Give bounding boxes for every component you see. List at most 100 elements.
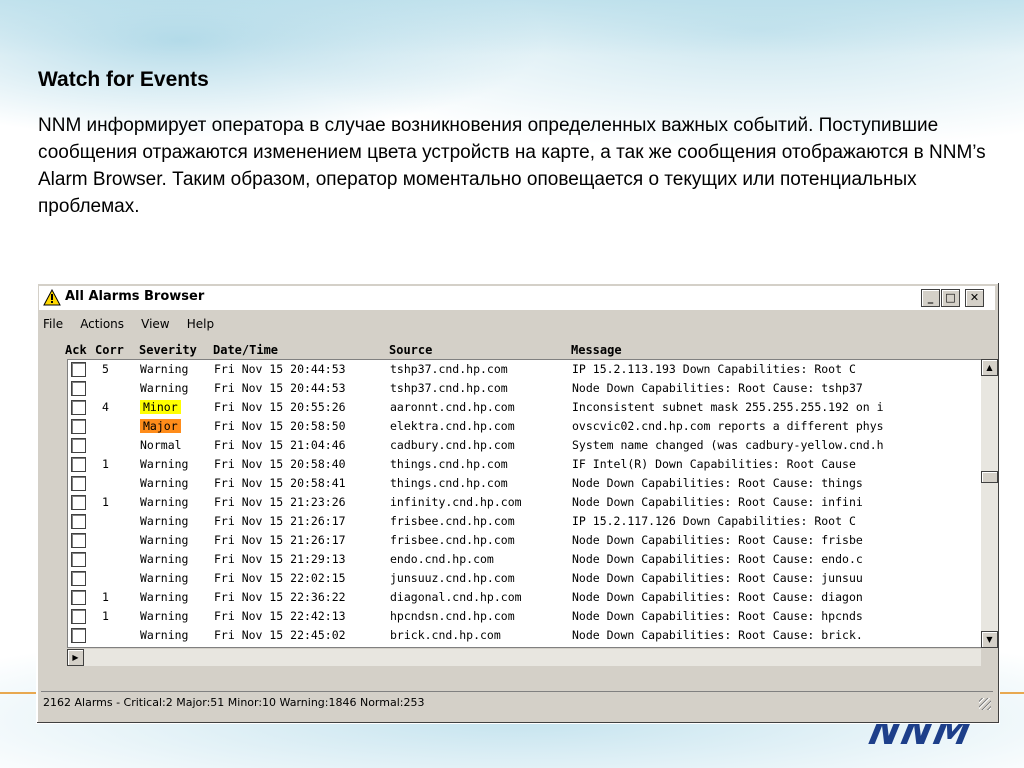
ack-checkbox[interactable]	[71, 476, 86, 491]
source-cell: infinity.cnd.hp.com	[390, 495, 522, 509]
datetime-cell: Fri Nov 15 20:55:26	[214, 400, 346, 414]
ack-checkbox[interactable]	[71, 552, 86, 567]
column-header-source[interactable]: Source	[389, 343, 432, 357]
ack-checkbox[interactable]	[71, 400, 86, 415]
source-cell: things.cnd.hp.com	[390, 476, 508, 490]
message-cell: Node Down Capabilities: Root Cause: diag…	[572, 590, 863, 604]
ack-checkbox[interactable]	[71, 609, 86, 624]
ack-checkbox[interactable]	[71, 438, 86, 453]
message-cell: ovscvic02.cnd.hp.com reports a different…	[572, 419, 884, 433]
menu-help[interactable]: Help	[187, 317, 214, 331]
message-cell: Node Down Capabilities: Root Cause: hpcn…	[572, 609, 863, 623]
datetime-cell: Fri Nov 15 20:58:41	[214, 476, 346, 490]
alarm-summary-status: 2162 Alarms - Critical:2 Major:51 Minor:…	[43, 696, 425, 709]
severity-cell: Major	[140, 419, 181, 433]
ack-checkbox[interactable]	[71, 362, 86, 377]
corr-cell: 1	[102, 590, 109, 604]
message-cell: IF Intel(R) Down Capabilities: Root Caus…	[572, 457, 856, 471]
message-cell: Node Down Capabilities: Root Cause: thin…	[572, 476, 863, 490]
ack-checkbox[interactable]	[71, 514, 86, 529]
table-row[interactable]: Major Fri Nov 15 20:58:50 elektra.cnd.hp.c…	[68, 417, 982, 436]
severity-cell: Warning	[140, 476, 189, 490]
vertical-scroll-thumb[interactable]	[981, 471, 998, 483]
ack-checkbox[interactable]	[71, 457, 86, 472]
slide-header-band	[0, 0, 1024, 55]
column-header-corr[interactable]: Corr	[95, 343, 124, 357]
column-header-severity[interactable]: Severity	[139, 343, 197, 357]
datetime-cell: Fri Nov 15 21:23:26	[214, 495, 346, 509]
datetime-cell: Fri Nov 15 21:26:17	[214, 533, 346, 547]
maximize-button[interactable]: □	[941, 289, 960, 307]
source-cell: things.cnd.hp.com	[390, 457, 508, 471]
datetime-cell: Fri Nov 15 22:36:22	[214, 590, 346, 604]
message-cell: IP 15.2.117.126 Down Capabilities: Root …	[572, 514, 856, 528]
window-titlebar[interactable]: All Alarms Browser _ □ ✕	[39, 286, 995, 310]
menu-actions[interactable]: Actions	[80, 317, 124, 331]
table-row[interactable]: 1 Warning Fri Nov 15 20:58:40 things.cnd.hp…	[68, 455, 982, 474]
ack-checkbox[interactable]	[71, 628, 86, 643]
table-row[interactable]: 1 Warning Fri Nov 15 22:42:13 hpcndsn.cnd.h…	[68, 607, 982, 626]
source-cell: junsuuz.cnd.hp.com	[390, 571, 515, 585]
message-cell: Node Down Capabilities: Root Cause: bric…	[572, 628, 863, 642]
message-cell: Inconsistent subnet mask 255.255.255.192…	[572, 400, 884, 414]
severity-cell: Warning	[140, 590, 189, 604]
source-cell: aaronnt.cnd.hp.com	[390, 400, 515, 414]
corr-cell: 1	[102, 609, 109, 623]
datetime-cell: Fri Nov 15 21:26:17	[214, 514, 346, 528]
datetime-cell: Fri Nov 15 20:58:40	[214, 457, 346, 471]
window-title: All Alarms Browser	[65, 289, 205, 304]
table-row[interactable]: Warning Fri Nov 15 21:29:13 endo.cnd.hp.co…	[68, 550, 982, 569]
resize-grip-icon[interactable]	[979, 698, 991, 710]
close-button[interactable]: ✕	[965, 289, 984, 307]
column-header-datetime[interactable]: Date/Time	[213, 343, 278, 357]
table-row[interactable]: Warning Fri Nov 15 21:26:17 frisbee.cnd.hp…	[68, 531, 982, 550]
column-header-ack[interactable]: Ack	[65, 343, 87, 357]
ack-checkbox[interactable]	[71, 495, 86, 510]
alarms-browser-window: All Alarms Browser _ □ ✕ File Actions Vi…	[36, 282, 1000, 724]
vertical-scrollbar[interactable]: ▲ ▼	[981, 359, 998, 648]
severity-cell: Warning	[140, 362, 189, 376]
scroll-down-arrow-icon[interactable]: ▼	[981, 631, 998, 648]
ack-checkbox[interactable]	[71, 419, 86, 434]
status-bar: 2162 Alarms - Critical:2 Major:51 Minor:…	[41, 691, 993, 712]
ack-checkbox[interactable]	[71, 590, 86, 605]
ack-checkbox[interactable]	[71, 571, 86, 586]
table-row[interactable]: Warning Fri Nov 15 22:45:02 brick.cnd.hp.c…	[68, 626, 982, 645]
severity-cell: Warning	[140, 495, 189, 509]
menu-view[interactable]: View	[141, 317, 169, 331]
slide-body-text: NNM информирует оператора в случае возни…	[38, 115, 986, 217]
source-cell: hpcndsn.cnd.hp.com	[390, 609, 515, 623]
table-row[interactable]: 5 Warning Fri Nov 15 20:44:53 tshp37.cnd.hp…	[68, 360, 982, 379]
table-row[interactable]: Warning Fri Nov 15 20:44:53 tshp37.cnd.hp.…	[68, 379, 982, 398]
severity-cell: Warning	[140, 571, 189, 585]
source-cell: endo.cnd.hp.com	[390, 552, 494, 566]
scroll-up-arrow-icon[interactable]: ▲	[981, 359, 998, 376]
source-cell: tshp37.cnd.hp.com	[390, 362, 508, 376]
severity-cell: Minor	[140, 400, 181, 414]
scroll-right-arrow-icon[interactable]: ▶	[67, 649, 84, 666]
severity-cell: Warning	[140, 628, 189, 642]
list-header: Ack Corr Severity Date/Time Source Messa…	[65, 341, 1003, 359]
minimize-button[interactable]: _	[921, 289, 940, 307]
menu-file[interactable]: File	[43, 317, 63, 331]
table-row[interactable]: 1 Warning Fri Nov 15 21:23:26 infinity.cnd.…	[68, 493, 982, 512]
message-cell: Node Down Capabilities: Root Cause: juns…	[572, 571, 863, 585]
source-cell: brick.cnd.hp.com	[390, 628, 501, 642]
table-row[interactable]: Warning Fri Nov 15 20:58:41 things.cnd.hp.…	[68, 474, 982, 493]
table-row[interactable]: Warning Fri Nov 15 22:02:15 junsuuz.cnd.hp…	[68, 569, 982, 588]
table-row[interactable]: Warning Fri Nov 15 21:26:17 frisbee.cnd.hp…	[68, 512, 982, 531]
horizontal-scrollbar[interactable]: ◀ ▶	[67, 649, 981, 666]
alarm-list: Ack Corr Severity Date/Time Source Messa…	[65, 341, 1003, 675]
datetime-cell: Fri Nov 15 22:42:13	[214, 609, 346, 623]
ack-checkbox[interactable]	[71, 533, 86, 548]
message-cell: Node Down Capabilities: Root Cause: infi…	[572, 495, 863, 509]
severity-cell: Warning	[140, 381, 189, 395]
message-cell: System name changed (was cadbury-yellow.…	[572, 438, 884, 452]
table-row[interactable]: 4 Minor Fri Nov 15 20:55:26 aaronnt.cnd.hp.…	[68, 398, 982, 417]
column-header-message[interactable]: Message	[571, 343, 622, 357]
severity-cell: Warning	[140, 514, 189, 528]
corr-cell: 1	[102, 495, 109, 509]
ack-checkbox[interactable]	[71, 381, 86, 396]
table-row[interactable]: 1 Warning Fri Nov 15 22:36:22 diagonal.cnd.…	[68, 588, 982, 607]
table-row[interactable]: Normal Fri Nov 15 21:04:46 cadbury.cnd.hp.…	[68, 436, 982, 455]
